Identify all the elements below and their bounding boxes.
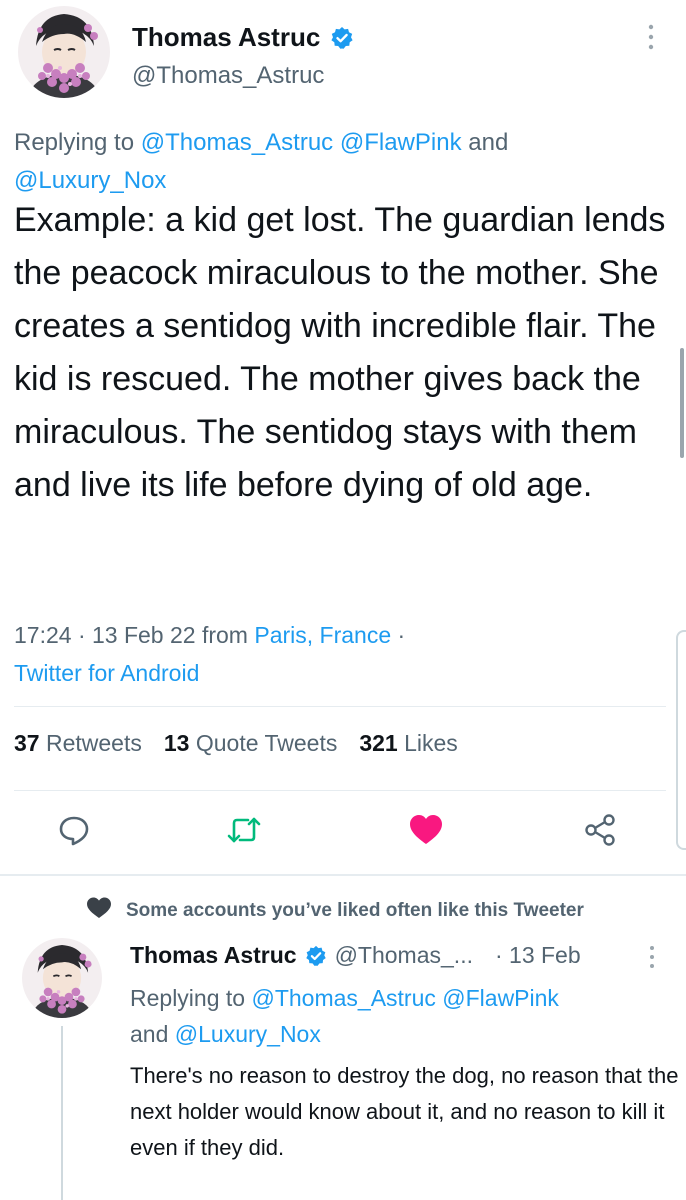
mention-link[interactable]: @Luxury_Nox	[14, 167, 166, 194]
reply-header: Thomas Astruc @Thomas_... · 13 Feb	[130, 942, 581, 969]
reply-button[interactable]	[50, 808, 98, 856]
mention-link[interactable]: @Luxury_Nox	[175, 1021, 321, 1047]
action-bar	[0, 808, 686, 856]
main-tweet: Thomas Astruc @Thomas_Astruc Replying to…	[0, 0, 686, 872]
reply-author-handle[interactable]: @Thomas_...	[335, 942, 473, 969]
tweet-location[interactable]: Paris, France	[254, 622, 391, 648]
like-button[interactable]	[402, 808, 450, 856]
retweets-count: 37	[14, 730, 40, 756]
likes-count: 321	[359, 730, 398, 756]
like-icon	[408, 813, 444, 852]
replying-to: Replying to @Thomas_Astruc @FlawPink and …	[130, 980, 670, 1052]
divider	[14, 706, 666, 707]
share-button[interactable]	[576, 808, 624, 856]
mention-link[interactable]: @Thomas_Astruc	[251, 985, 435, 1011]
divider	[14, 790, 666, 791]
mention-link[interactable]: @FlawPink	[340, 129, 462, 156]
reply-icon	[57, 813, 91, 852]
retweet-button[interactable]	[220, 808, 268, 856]
verified-badge-icon	[330, 26, 354, 50]
quotes-stat[interactable]: 13 Quote Tweets	[164, 730, 337, 757]
tweet-meta: 17:24 · 13 Feb 22 from Paris, France · Tw…	[14, 616, 674, 692]
replying-to: Replying to @Thomas_Astruc @FlawPink and…	[14, 124, 674, 200]
more-icon[interactable]	[645, 22, 657, 52]
author-name[interactable]: Thomas Astruc	[132, 22, 320, 53]
side-panel-handle[interactable]	[676, 630, 686, 850]
author-handle[interactable]: @Thomas_Astruc	[132, 62, 324, 90]
mention-link[interactable]: @Thomas_Astruc	[141, 129, 333, 156]
reply-text: There's no reason to destroy the dog, no…	[130, 1063, 679, 1160]
replying-and: and	[461, 129, 509, 156]
retweets-label: Retweets	[45, 730, 142, 756]
quotes-count: 13	[163, 730, 190, 756]
thread-line	[61, 1026, 63, 1200]
tweet-text: Example: a kid get lost. The guardian le…	[14, 201, 666, 504]
meta-separator: ·	[391, 622, 406, 648]
retweet-icon	[226, 815, 262, 850]
social-context-text: Some accounts you’ve liked often like th…	[126, 900, 584, 921]
tweet-time[interactable]: 17:24 · 13 Feb 22 from	[14, 622, 254, 648]
replying-prefix: Replying to	[130, 985, 252, 1011]
tweet-client[interactable]: Twitter for Android	[14, 660, 199, 686]
heart-icon	[86, 896, 112, 926]
scrollbar[interactable]	[680, 348, 684, 458]
social-context: Some accounts you’ve liked often like th…	[86, 896, 584, 926]
likes-stat[interactable]: 321 Likes	[359, 730, 457, 757]
more-icon[interactable]	[646, 944, 658, 970]
avatar[interactable]	[18, 6, 110, 98]
section-divider	[0, 874, 686, 876]
tweet-stats: 37 Retweets 13 Quote Tweets 321 Likes	[14, 730, 458, 757]
share-icon	[583, 813, 617, 852]
replying-and: and	[130, 1021, 175, 1047]
author-name-row[interactable]: Thomas Astruc	[132, 22, 354, 53]
reply-date[interactable]: · 13 Feb	[495, 942, 581, 969]
avatar[interactable]	[22, 938, 102, 1018]
reply-author-name[interactable]: Thomas Astruc	[130, 942, 297, 969]
quotes-label: Quote Tweets	[195, 730, 338, 756]
mention-link[interactable]: @FlawPink	[442, 985, 559, 1011]
replying-prefix: Replying to	[14, 129, 141, 156]
retweets-stat[interactable]: 37 Retweets	[14, 730, 142, 757]
verified-badge-icon	[305, 945, 327, 967]
likes-label: Likes	[404, 730, 458, 756]
